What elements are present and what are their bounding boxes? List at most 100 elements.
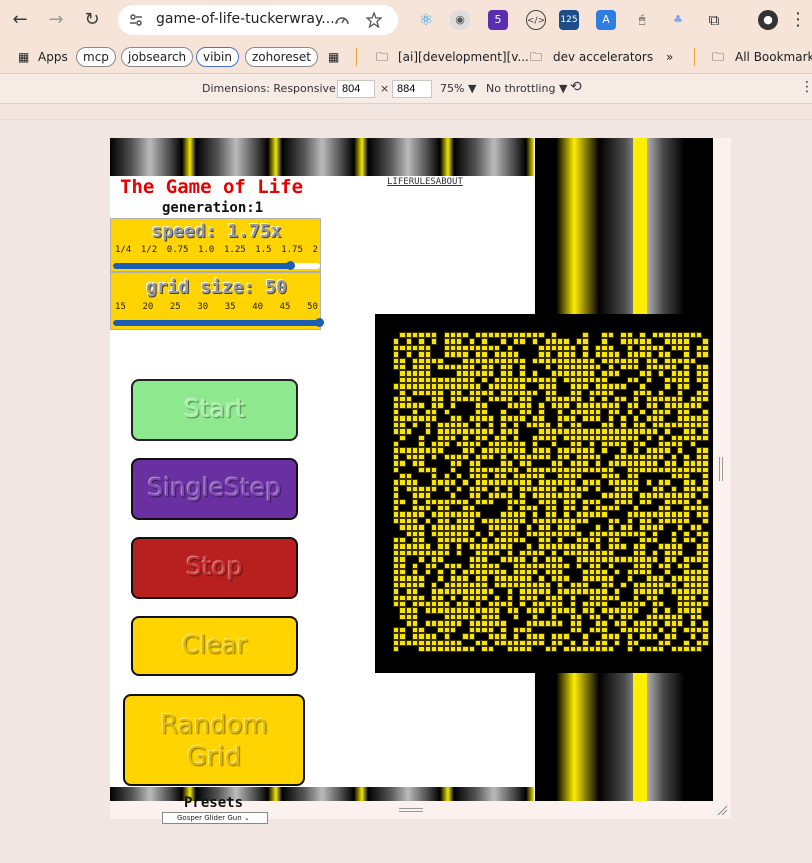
tab-groups-icon[interactable]: ▦ (328, 47, 339, 67)
browser-toolbar: ← → ↻ game-of-life-tuckerwray.... ⚛ ◉ 5 … (0, 0, 812, 40)
start-label: Start (183, 394, 246, 423)
speed-tick: 1.0 (198, 245, 215, 255)
rotate-icon[interactable]: ⟲ (570, 79, 582, 95)
bookmark-zohoreset[interactable]: zohoreset (245, 47, 318, 67)
back-icon[interactable]: ← (8, 8, 32, 32)
life-board (375, 314, 713, 673)
grid-size-title: grid size: 50 (146, 277, 287, 298)
url-text: game-of-life-tuckerwray.... (156, 11, 340, 27)
nav-link-about[interactable]: ABOUT (436, 177, 463, 187)
speed-slider-knob[interactable] (286, 261, 296, 270)
apps-grid-icon[interactable]: ▦ (18, 47, 29, 67)
kebab-menu-icon[interactable]: ⋮ (788, 8, 808, 32)
random-label-line2: Grid (186, 742, 242, 772)
bookmark-folder-dev[interactable]: dev accelerators (553, 47, 653, 67)
height-input[interactable] (392, 80, 432, 98)
grid-size-tick: 40 (252, 302, 264, 312)
speed-tick: 1.5 (255, 245, 272, 255)
grid-size-ticks: 15 20 25 30 35 40 45 50 (115, 302, 318, 312)
bookmark-vibin[interactable]: vibin (196, 47, 239, 67)
ext-face-icon[interactable]: ◉ (450, 10, 470, 30)
bookmark-separator (356, 48, 357, 66)
dimensions-dropdown[interactable]: Dimensions: Responsive ▼ (202, 82, 348, 95)
grid-size-tick: 35 (224, 302, 236, 312)
bookmark-folder-ai[interactable]: [ai][development][v... (398, 47, 529, 67)
speed-control: speed: 1.75x 1/4 1/2 0.75 1.0 1.25 1.5 1… (110, 218, 321, 272)
presets-select[interactable]: Gosper Glider Gun ⌄ (162, 812, 268, 824)
speed-slider[interactable] (113, 261, 320, 270)
speed-tick: 1/4 (115, 245, 132, 255)
width-input[interactable] (337, 80, 375, 98)
bookmark-mcp[interactable]: mcp (76, 47, 116, 67)
avatar[interactable]: ● (758, 10, 778, 30)
ext-counter-icon[interactable]: 125 (559, 10, 579, 30)
cell-grid[interactable] (393, 332, 709, 653)
speed-tick: 1.25 (223, 245, 246, 255)
top-decor-bar (110, 138, 534, 176)
single-step-label: SingleStep (147, 473, 282, 502)
stop-button[interactable]: Stop (131, 537, 298, 599)
throttling-dropdown[interactable]: No throttling ▼ (486, 82, 567, 95)
zoom-dropdown[interactable]: 75% ▼ (440, 82, 476, 95)
clear-button[interactable]: Clear (131, 616, 298, 676)
stop-label: Stop (186, 552, 243, 581)
ext-counter-badge: 125 (560, 15, 578, 25)
devtools-device-toolbar: Dimensions: Responsive ▼ × 75% ▼ No thro… (0, 74, 812, 104)
presets-selected-value: Gosper Glider Gun (177, 814, 242, 822)
folder-icon: 🗀 (376, 50, 389, 64)
generation-counter: generation:1 (162, 200, 264, 216)
bookmark-apps[interactable]: Apps (38, 47, 68, 67)
mouse-icon[interactable]: 🖱 (632, 10, 652, 30)
reload-icon[interactable]: ↻ (80, 8, 104, 32)
bookmark-jobsearch[interactable]: jobsearch (121, 47, 194, 67)
react-icon[interactable]: ⚛ (416, 10, 436, 30)
nav-link-rules[interactable]: RULES (409, 177, 436, 187)
devtools-menu-icon[interactable]: ⋮ (800, 79, 812, 95)
nav-links: LIFE RULES ABOUT (387, 177, 463, 187)
bottom-decor-bar (110, 787, 534, 801)
grid-size-slider-knob[interactable] (315, 318, 324, 327)
grid-size-tick: 50 (307, 302, 318, 312)
speed-tick: 1/2 (140, 245, 158, 255)
bookmark-separator (694, 48, 695, 66)
speed-tick: 2 (312, 245, 318, 255)
ext-five-badge: 5 (494, 13, 502, 26)
grid-size-tick: 20 (142, 302, 154, 312)
folder-icon: 🗀 (530, 50, 543, 64)
chevron-down-icon: ⌄ (243, 814, 250, 822)
ext-code-icon[interactable]: </> (526, 10, 546, 30)
ext-five-icon[interactable]: 5 (488, 10, 508, 30)
speed-ticks: 1/4 1/2 0.75 1.0 1.25 1.5 1.75 2 (115, 245, 318, 255)
puzzle-icon[interactable]: ⧉ (704, 10, 724, 30)
single-step-button[interactable]: SingleStep (131, 458, 298, 520)
random-label-line1: Random (160, 710, 268, 740)
bookmarks-bar: ▦ Apps mcp jobsearch vibin zohoreset ▦ 🗀… (0, 40, 812, 74)
grid-size-slider[interactable] (113, 318, 324, 327)
address-bar[interactable]: game-of-life-tuckerwray.... (118, 5, 398, 35)
grid-cell[interactable] (702, 645, 709, 653)
start-button[interactable]: Start (131, 379, 298, 441)
nav-link-life[interactable]: LIFE (387, 177, 409, 187)
more-bookmarks[interactable]: » (666, 47, 673, 67)
resize-handle-right[interactable] (719, 457, 723, 481)
grid-size-tick: 30 (197, 302, 209, 312)
folder-icon: 🗀 (712, 50, 725, 64)
speed-tick: 1.75 (281, 245, 303, 255)
lungs-icon[interactable]: ♣ (668, 10, 688, 30)
grid-size-tick: 45 (279, 302, 291, 312)
site-settings-icon[interactable] (128, 12, 144, 28)
presets-label: Presets (184, 795, 244, 811)
grid-size-tick: 25 (169, 302, 181, 312)
clear-label: Clear (181, 630, 248, 659)
forward-icon[interactable]: → (44, 8, 68, 32)
performance-icon[interactable] (334, 12, 350, 28)
device-viewport: The Game of Life LIFE RULES ABOUT genera… (110, 138, 731, 824)
grid-size-control: grid size: 50 15 20 25 30 35 40 45 50 (110, 272, 324, 330)
random-grid-button[interactable]: Random Grid (123, 694, 305, 786)
grid-size-tick: 15 (115, 302, 126, 312)
bookmark-star-icon[interactable] (366, 12, 382, 28)
resize-handle-bottom[interactable] (399, 808, 423, 812)
translate-icon[interactable]: A (596, 10, 616, 30)
all-bookmarks[interactable]: All Bookmarks (735, 47, 812, 67)
resize-corner-icon[interactable] (716, 804, 728, 816)
